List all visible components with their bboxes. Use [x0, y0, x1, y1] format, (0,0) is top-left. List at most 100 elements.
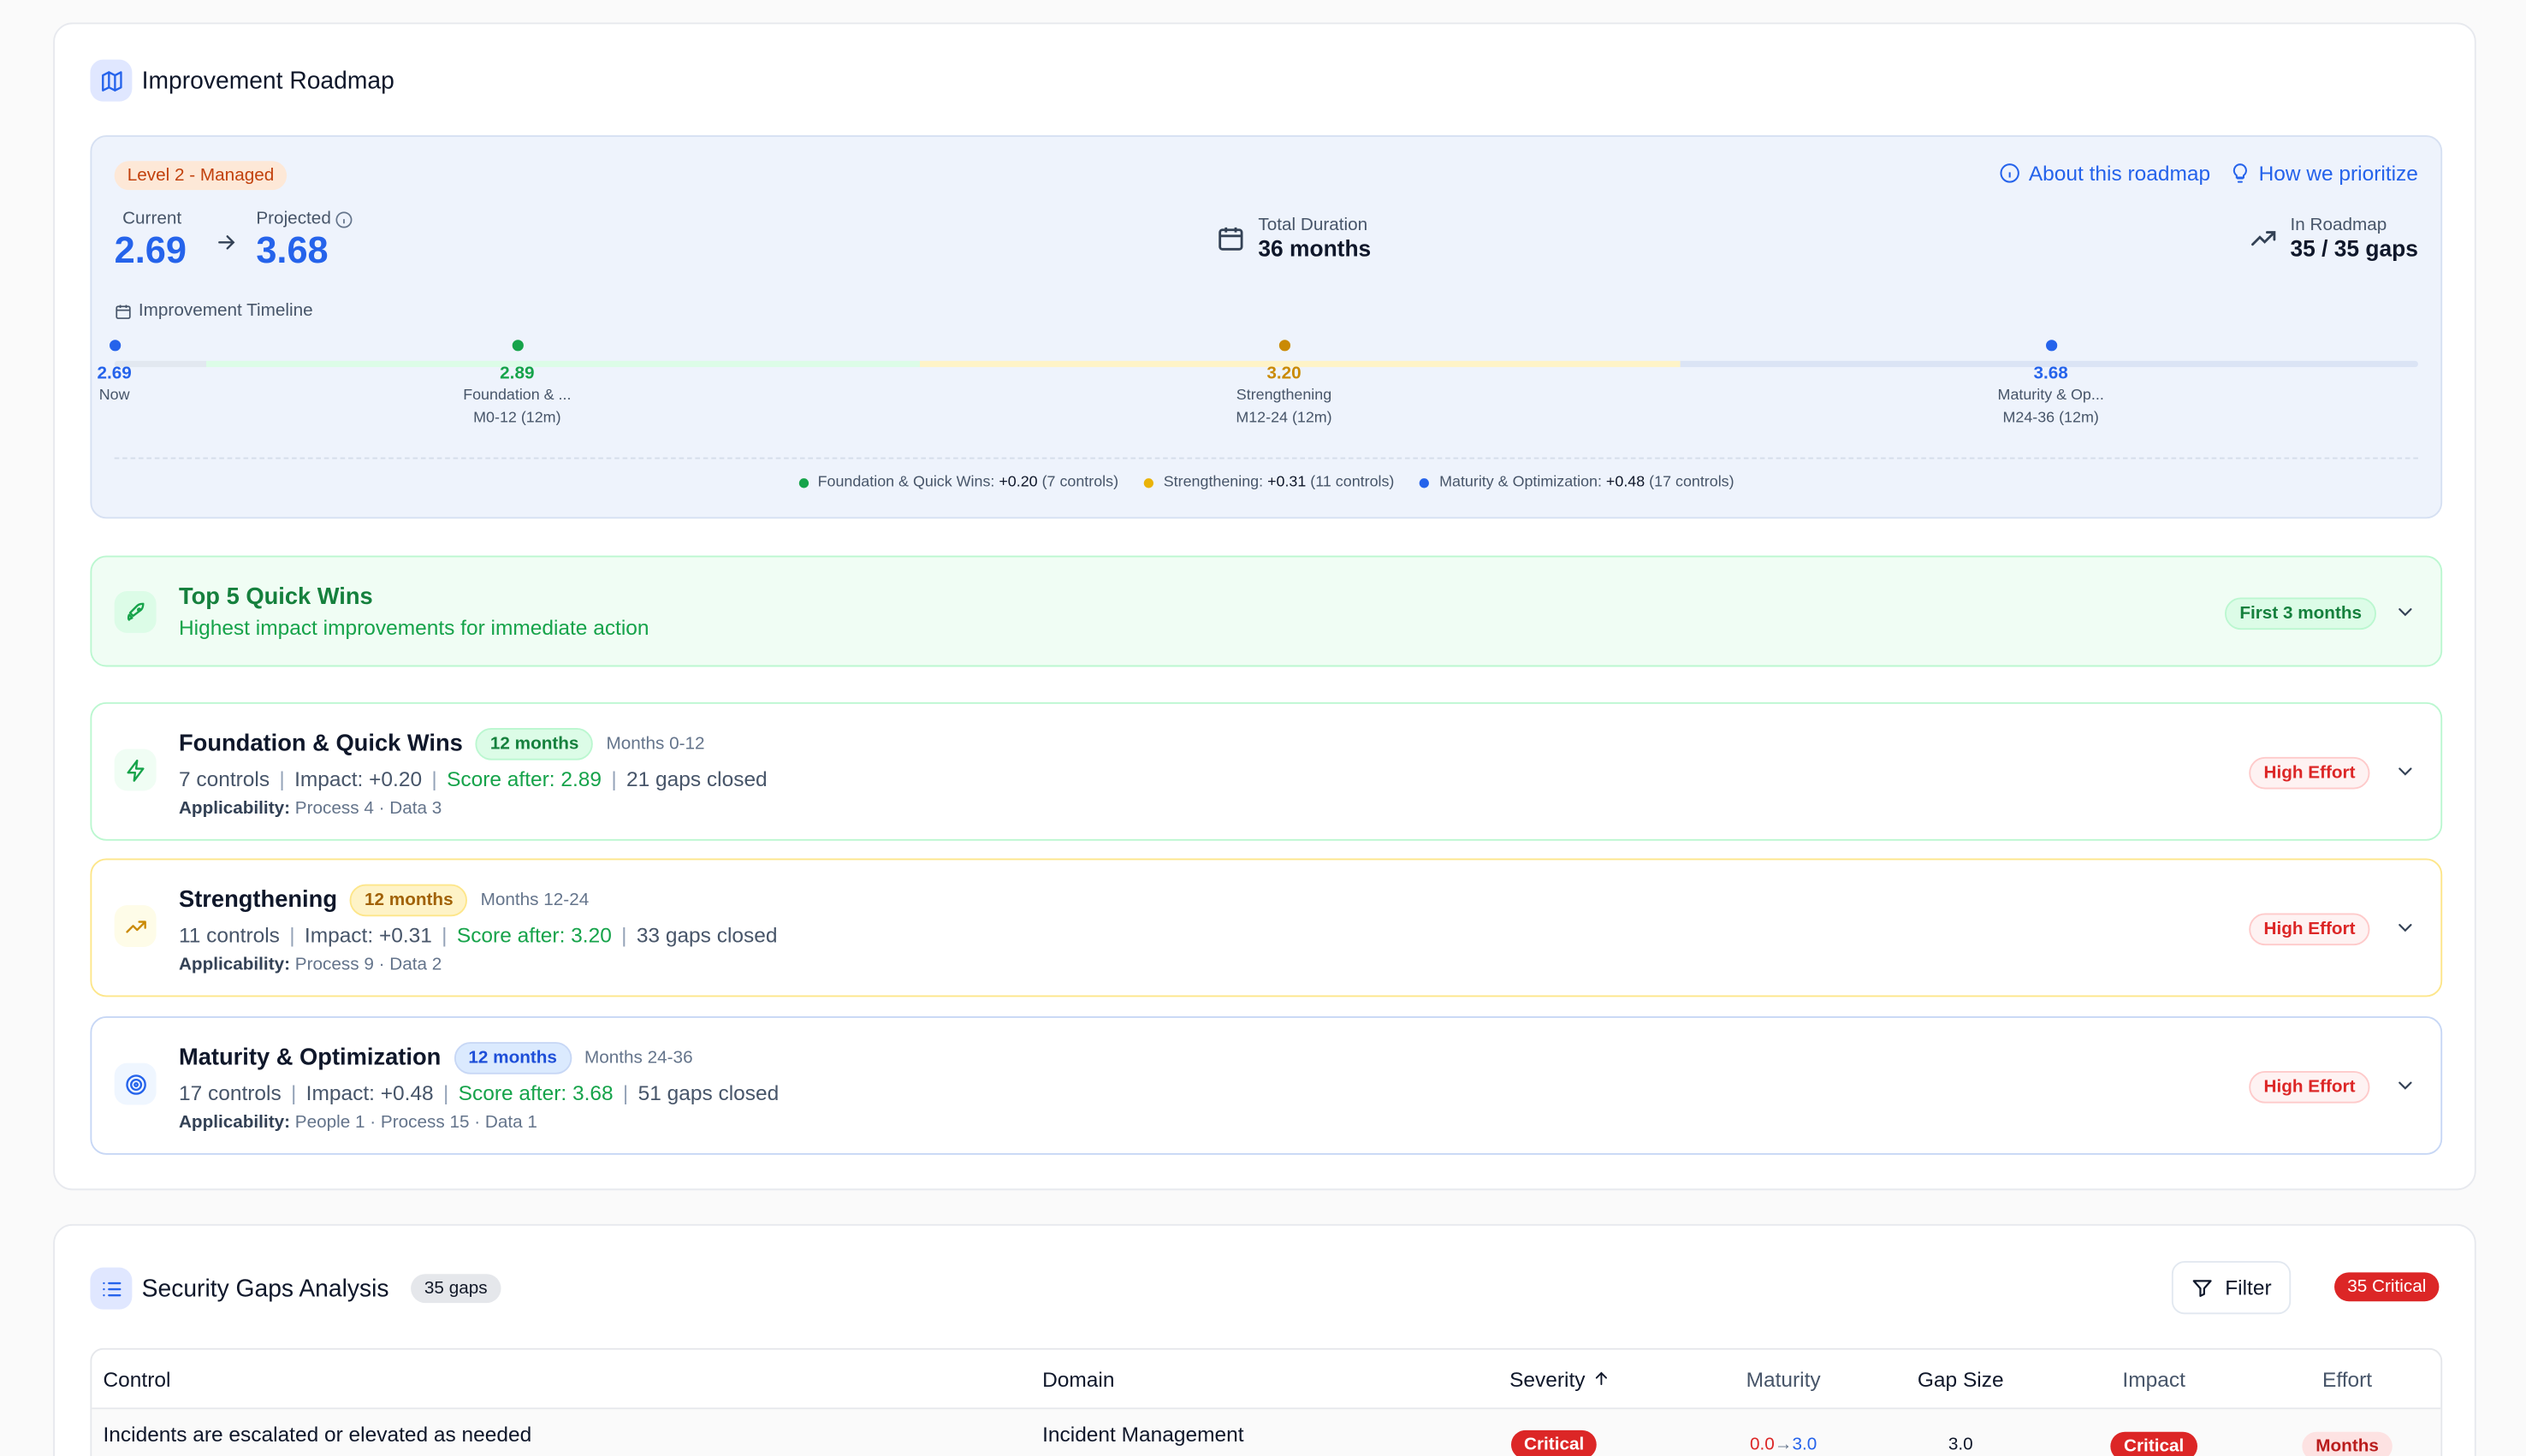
timeline-legend: Foundation & Quick Wins: +0.20 (7 contro…	[92, 473, 2440, 492]
table-row[interactable]: Incidents are escalated or elevated as n…	[92, 1409, 2440, 1456]
phase-duration-badge: 12 months	[350, 884, 468, 917]
table-body: Incidents are escalated or elevated as n…	[92, 1409, 2441, 1456]
projected-value: 3.68	[256, 228, 329, 271]
phase-card[interactable]: Maturity & Optimization 12 months Months 2…	[90, 1015, 2443, 1155]
column-header-effort[interactable]: Effort	[2267, 1367, 2428, 1391]
info-icon	[2000, 163, 2020, 183]
sort-up-icon[interactable]	[1592, 1369, 1611, 1388]
quick-wins-title: Top 5 Quick Wins	[178, 584, 373, 611]
applicability-label: Applicability:	[178, 798, 291, 819]
column-header-maturity[interactable]: Maturity	[1703, 1367, 1864, 1391]
timeline-phase-name: Now	[98, 386, 130, 405]
phase-card[interactable]: Strengthening 12 months Months 12-24 11 con…	[90, 858, 2443, 997]
table-header: Control Domain Severity Maturity Gap Size Imp…	[92, 1350, 2441, 1410]
roadmap-summary-panel: Level 2 - Managed Current 2.69 Projected…	[90, 135, 2443, 519]
gaps-card: Security Gaps Analysis 35 gaps Filter 35…	[53, 1223, 2476, 1456]
effort-badge: High Effort	[2249, 913, 2370, 946]
duration-label: Total Duration	[1258, 216, 1368, 235]
quick-wins-card[interactable]: Top 5 Quick Wins Highest impact improvem…	[90, 555, 2443, 667]
timeline-dot	[109, 340, 121, 352]
legend-label: Foundation & Quick Wins:	[817, 473, 995, 492]
chevron-down-icon[interactable]	[2394, 1074, 2416, 1097]
legend-dot	[1420, 477, 1430, 488]
phase-impact: Impact: +0.20	[294, 766, 423, 791]
timeline-phase-name: Strengthening	[1236, 386, 1332, 405]
phase-duration-badge: 12 months	[475, 727, 594, 761]
projected-score: Projected 3.68	[256, 210, 353, 272]
calendar-icon	[1219, 227, 1243, 251]
phase-months: Months 0-12	[606, 734, 705, 755]
phase-duration-badge: 12 months	[454, 1042, 572, 1074]
domain-name: Incident Management	[1042, 1422, 1244, 1447]
how-we-prioritize-link[interactable]: How we prioritize	[2259, 161, 2418, 185]
quick-wins-badge: First 3 months	[2225, 597, 2376, 630]
current-score: Current 2.69	[115, 210, 187, 272]
column-header-gap-size[interactable]: Gap Size	[1880, 1367, 2041, 1391]
phase-controls: 17 controls	[178, 1080, 282, 1105]
target-icon	[114, 1062, 157, 1105]
roadmap-card: Improvement Roadmap Level 2 - Managed Cu…	[53, 22, 2476, 1191]
legend-label: Strengthening:	[1163, 473, 1264, 492]
severity-badge: Critical	[1510, 1429, 1598, 1456]
phase-controls: 7 controls	[178, 766, 270, 791]
timeline-phase-name: Foundation & ...	[463, 386, 572, 405]
effort-badge: Months	[2303, 1431, 2392, 1456]
phase-title: Maturity & Optimization	[178, 1045, 442, 1071]
control-name: Incidents are escalated or elevated as n…	[103, 1422, 532, 1447]
timeline-dot	[1278, 340, 1290, 352]
filter-label: Filter	[2225, 1275, 2272, 1300]
column-header-severity[interactable]: Severity	[1509, 1367, 1703, 1392]
map-icon	[90, 59, 133, 102]
applicability-value: People 1 · Process 15 · Data 1	[294, 1112, 537, 1133]
timeline-point: 3.68 Maturity & Op... M24-36 (12m)	[1954, 340, 2148, 429]
timeline-point: 2.69 Now	[18, 340, 211, 407]
timeline-score: 3.20	[1266, 364, 1302, 384]
about-roadmap-link[interactable]: About this roadmap	[2029, 161, 2210, 185]
phase-score-after: Score after: 3.20	[456, 922, 612, 948]
maturity-range: 0.0→3.0	[1749, 1435, 1817, 1455]
gaps-title: Security Gaps Analysis	[141, 1275, 389, 1303]
timeline-score: 2.89	[500, 364, 535, 384]
chevron-down-icon[interactable]	[2394, 916, 2416, 938]
effort-badge: High Effort	[2249, 1070, 2370, 1104]
level-badge: Level 2 - Managed	[114, 161, 288, 191]
in-roadmap-label: In Roadmap	[2290, 216, 2387, 235]
info-icon[interactable]	[336, 210, 354, 228]
timeline-score: 2.69	[97, 364, 132, 384]
roadmap-header: Improvement Roadmap	[90, 59, 394, 102]
filter-icon	[2192, 1279, 2212, 1297]
legend-count: (7 controls)	[1041, 473, 1119, 492]
column-header-control[interactable]: Control	[103, 1367, 1037, 1391]
applicability-value: Process 4 · Data 3	[294, 798, 442, 819]
projected-label: Projected	[256, 209, 331, 229]
applicability-label: Applicability:	[178, 1112, 291, 1133]
applicability-label: Applicability:	[178, 955, 291, 975]
legend-dot	[798, 477, 809, 488]
gaps-count-badge: 35 gaps	[411, 1274, 501, 1304]
in-roadmap: In Roadmap 35 / 35 gaps	[2249, 216, 2418, 261]
phase-gaps-closed: 21 gaps closed	[626, 766, 768, 791]
roadmap-title: Improvement Roadmap	[141, 67, 394, 95]
rocket-icon	[114, 590, 157, 633]
chevron-down-icon[interactable]	[2394, 601, 2416, 623]
current-value: 2.69	[114, 228, 187, 271]
legend-value: +0.31	[1267, 473, 1307, 492]
list-icon	[90, 1267, 133, 1310]
timeline-phase-range: M12-24 (12m)	[1236, 409, 1332, 427]
in-roadmap-value: 35 / 35 gaps	[2290, 234, 2418, 261]
column-header-domain[interactable]: Domain	[1042, 1367, 1493, 1391]
phase-gaps-closed: 51 gaps closed	[637, 1080, 780, 1105]
phase-months: Months 24-36	[584, 1048, 693, 1068]
legend-count: (17 controls)	[1649, 473, 1734, 492]
phase-score-after: Score after: 2.89	[447, 766, 602, 791]
applicability-value: Process 9 · Data 2	[294, 955, 442, 975]
chevron-down-icon[interactable]	[2394, 761, 2416, 783]
timeline-label: Improvement Timeline	[115, 301, 313, 321]
legend-dot	[1144, 477, 1154, 488]
phase-card[interactable]: Foundation & Quick Wins 12 months Months 0…	[90, 701, 2443, 841]
column-header-impact[interactable]: Impact	[2073, 1367, 2234, 1391]
quick-wins-subtitle: Highest impact improvements for immediat…	[178, 615, 649, 640]
timeline-point: 3.20 Strengthening M12-24 (12m)	[1188, 340, 1381, 429]
effort-badge: High Effort	[2249, 756, 2370, 790]
filter-button[interactable]: Filter	[2172, 1261, 2292, 1315]
